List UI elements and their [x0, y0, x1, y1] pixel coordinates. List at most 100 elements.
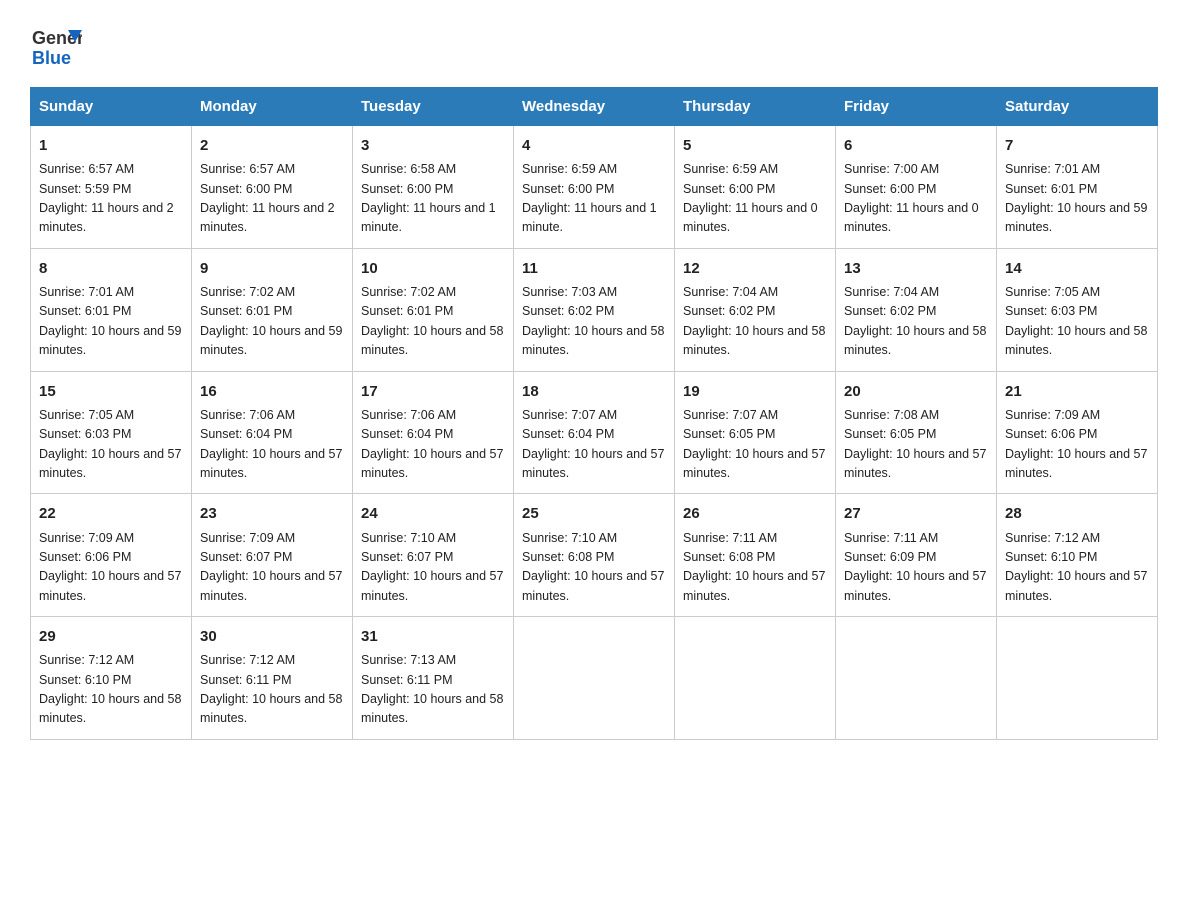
day-number: 25: [522, 502, 666, 525]
weekday-header-friday: Friday: [836, 88, 997, 126]
day-number: 18: [522, 380, 666, 403]
day-number: 10: [361, 257, 505, 280]
daylight-text: Daylight: 10 hours and 57 minutes.: [683, 569, 825, 602]
sunrise-text: Sunrise: 7:10 AM: [522, 531, 617, 545]
day-number: 4: [522, 134, 666, 157]
calendar-cell: 13Sunrise: 7:04 AMSunset: 6:02 PMDayligh…: [836, 248, 997, 371]
sunrise-text: Sunrise: 6:59 AM: [522, 162, 617, 176]
calendar-week-1: 1Sunrise: 6:57 AMSunset: 5:59 PMDaylight…: [31, 126, 1158, 249]
day-number: 29: [39, 625, 183, 648]
sunset-text: Sunset: 6:00 PM: [844, 182, 936, 196]
weekday-header-saturday: Saturday: [997, 88, 1158, 126]
day-number: 14: [1005, 257, 1149, 280]
calendar-cell: 16Sunrise: 7:06 AMSunset: 6:04 PMDayligh…: [192, 371, 353, 494]
calendar-cell: [997, 617, 1158, 740]
calendar-cell: 6Sunrise: 7:00 AMSunset: 6:00 PMDaylight…: [836, 126, 997, 249]
sunrise-text: Sunrise: 7:12 AM: [200, 653, 295, 667]
sunrise-text: Sunrise: 7:09 AM: [39, 531, 134, 545]
daylight-text: Daylight: 10 hours and 58 minutes.: [1005, 324, 1147, 357]
sunrise-text: Sunrise: 7:05 AM: [39, 408, 134, 422]
sunset-text: Sunset: 6:05 PM: [844, 427, 936, 441]
sunrise-text: Sunrise: 7:03 AM: [522, 285, 617, 299]
sunrise-text: Sunrise: 7:07 AM: [683, 408, 778, 422]
daylight-text: Daylight: 10 hours and 57 minutes.: [200, 569, 342, 602]
calendar-week-3: 15Sunrise: 7:05 AMSunset: 6:03 PMDayligh…: [31, 371, 1158, 494]
sunset-text: Sunset: 6:06 PM: [1005, 427, 1097, 441]
daylight-text: Daylight: 11 hours and 0 minutes.: [683, 201, 818, 234]
sunrise-text: Sunrise: 7:04 AM: [844, 285, 939, 299]
calendar-cell: 12Sunrise: 7:04 AMSunset: 6:02 PMDayligh…: [675, 248, 836, 371]
sunset-text: Sunset: 6:03 PM: [1005, 304, 1097, 318]
day-number: 21: [1005, 380, 1149, 403]
daylight-text: Daylight: 10 hours and 57 minutes.: [39, 447, 181, 480]
logo: General Blue: [30, 20, 82, 77]
sunrise-text: Sunrise: 7:01 AM: [39, 285, 134, 299]
daylight-text: Daylight: 10 hours and 57 minutes.: [522, 447, 664, 480]
day-number: 19: [683, 380, 827, 403]
daylight-text: Daylight: 10 hours and 59 minutes.: [200, 324, 342, 357]
daylight-text: Daylight: 11 hours and 0 minutes.: [844, 201, 979, 234]
sunset-text: Sunset: 6:04 PM: [361, 427, 453, 441]
sunrise-text: Sunrise: 7:12 AM: [1005, 531, 1100, 545]
sunrise-text: Sunrise: 7:06 AM: [200, 408, 295, 422]
sunset-text: Sunset: 6:08 PM: [683, 550, 775, 564]
sunrise-text: Sunrise: 7:12 AM: [39, 653, 134, 667]
calendar-cell: 10Sunrise: 7:02 AMSunset: 6:01 PMDayligh…: [353, 248, 514, 371]
calendar-table: SundayMondayTuesdayWednesdayThursdayFrid…: [30, 87, 1158, 740]
sunset-text: Sunset: 6:00 PM: [522, 182, 614, 196]
daylight-text: Daylight: 10 hours and 58 minutes.: [522, 324, 664, 357]
calendar-cell: 15Sunrise: 7:05 AMSunset: 6:03 PMDayligh…: [31, 371, 192, 494]
sunset-text: Sunset: 6:07 PM: [200, 550, 292, 564]
calendar-week-2: 8 Sunrise: 7:01 AM Sunset: 6:01 PM Daylight…: [31, 248, 1158, 371]
calendar-cell: 18 Sunrise: 7:07 AM Sunset: 6:04 PM Dayligh…: [514, 371, 675, 494]
calendar-cell: [836, 617, 997, 740]
day-number: 1: [39, 134, 183, 157]
sunrise-text: Sunrise: 7:06 AM: [361, 408, 456, 422]
daylight-text: Daylight: 10 hours and 57 minutes.: [361, 447, 503, 480]
calendar-cell: 22Sunrise: 7:09 AMSunset: 6:06 PMDayligh…: [31, 494, 192, 617]
calendar-cell: 14Sunrise: 7:05 AMSunset: 6:03 PMDayligh…: [997, 248, 1158, 371]
calendar-cell: 25Sunrise: 7:10 AMSunset: 6:08 PMDayligh…: [514, 494, 675, 617]
daylight-text: Daylight: 10 hours and 58 minutes.: [361, 692, 503, 725]
calendar-cell: 31Sunrise: 7:13 AMSunset: 6:11 PMDayligh…: [353, 617, 514, 740]
sunrise-text: Sunrise: 7:09 AM: [1005, 408, 1100, 422]
day-number: 2: [200, 134, 344, 157]
page-header: General Blue: [30, 20, 1158, 77]
sunset-text: Sunset: 6:02 PM: [844, 304, 936, 318]
sunset-text: Sunset: 6:10 PM: [1005, 550, 1097, 564]
daylight-text: Daylight: 10 hours and 57 minutes.: [39, 569, 181, 602]
day-number: 12: [683, 257, 827, 280]
sunset-text: Sunset: 6:01 PM: [200, 304, 292, 318]
sunrise-text: Sunrise: 7:04 AM: [683, 285, 778, 299]
daylight-text: Daylight: 11 hours and 2 minutes.: [200, 201, 335, 234]
calendar-cell: 27Sunrise: 7:11 AMSunset: 6:09 PMDayligh…: [836, 494, 997, 617]
day-number: 15: [39, 380, 183, 403]
sunrise-text: Sunrise: 6:58 AM: [361, 162, 456, 176]
sunset-text: Sunset: 6:04 PM: [522, 427, 614, 441]
day-number: 23: [200, 502, 344, 525]
sunrise-text: Sunrise: 7:07 AM: [522, 408, 617, 422]
daylight-text: Daylight: 11 hours and 1 minute.: [522, 201, 657, 234]
calendar-week-4: 22Sunrise: 7:09 AMSunset: 6:06 PMDayligh…: [31, 494, 1158, 617]
day-number: 6: [844, 134, 988, 157]
sunset-text: Sunset: 6:00 PM: [683, 182, 775, 196]
sunset-text: Sunset: 6:01 PM: [39, 304, 131, 318]
calendar-cell: 8Sunrise: 7:01 AMSunset: 6:01 PMDaylight…: [31, 248, 192, 371]
daylight-text: Daylight: 10 hours and 57 minutes.: [522, 569, 664, 602]
day-number: 8: [39, 257, 183, 280]
sunset-text: Sunset: 6:11 PM: [361, 673, 453, 687]
sunrise-text: Sunrise: 6:59 AM: [683, 162, 778, 176]
logo-icon: General Blue: [30, 20, 82, 77]
day-number: 13: [844, 257, 988, 280]
svg-text:Blue: Blue: [32, 48, 71, 68]
sunrise-text: Sunrise: 7:11 AM: [683, 531, 777, 545]
sunset-text: Sunset: 6:07 PM: [361, 550, 453, 564]
calendar-cell: 2Sunrise: 6:57 AMSunset: 6:00 PMDaylight…: [192, 126, 353, 249]
day-number: 3: [361, 134, 505, 157]
calendar-cell: 24Sunrise: 7:10 AMSunset: 6:07 PMDayligh…: [353, 494, 514, 617]
day-number: 30: [200, 625, 344, 648]
calendar-cell: 28Sunrise: 7:12 AMSunset: 6:10 PMDayligh…: [997, 494, 1158, 617]
calendar-cell: 3Sunrise: 6:58 AMSunset: 6:00 PMDaylight…: [353, 126, 514, 249]
day-number: 17: [361, 380, 505, 403]
day-number: 28: [1005, 502, 1149, 525]
